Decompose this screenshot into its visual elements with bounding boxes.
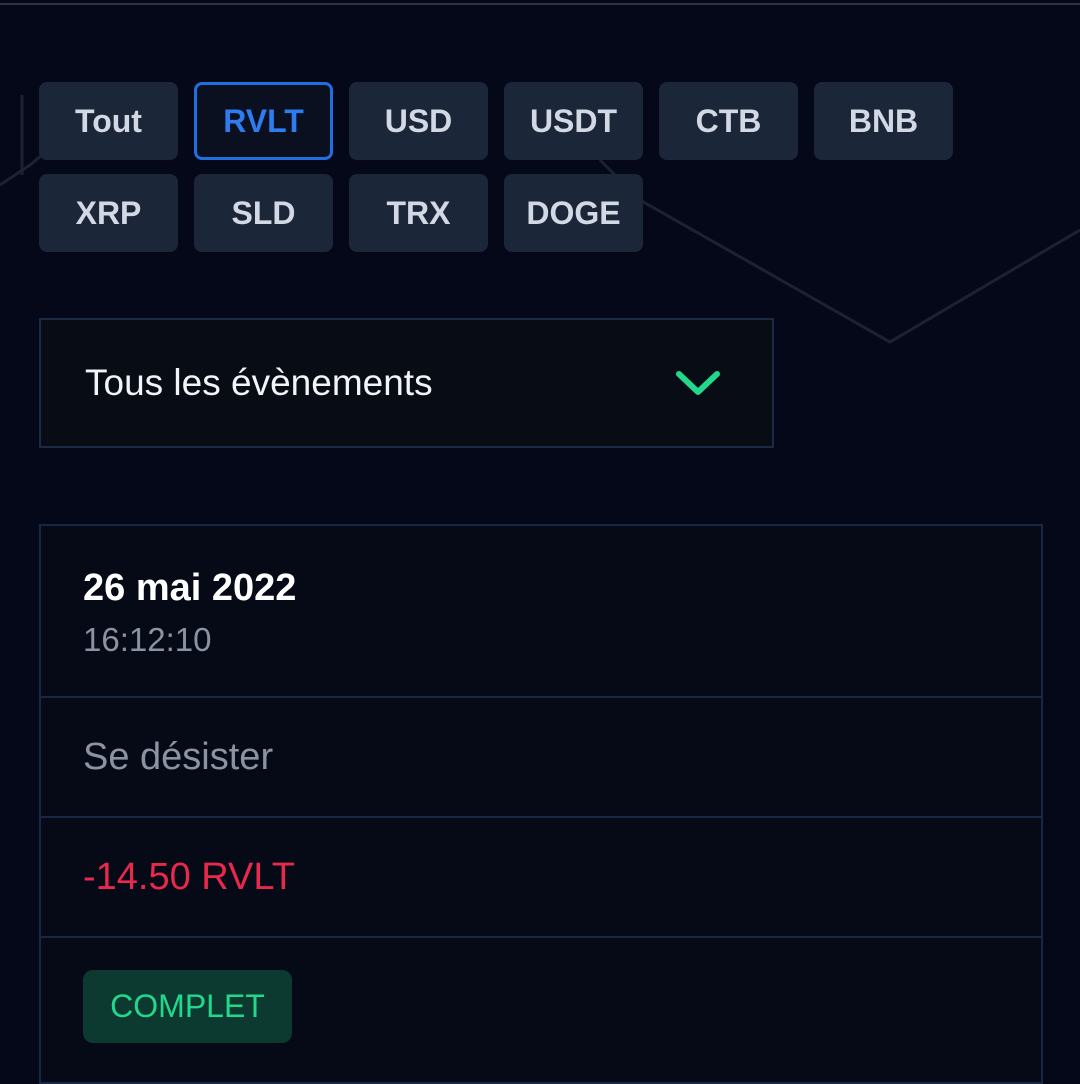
filter-chip-ctb[interactable]: CTB [659,82,798,160]
filter-chip-usdt[interactable]: USDT [504,82,643,160]
chevron-down-icon [674,368,722,398]
transaction-type-row: Se désister [41,698,1041,818]
transaction-status-row: COMPLET [41,938,1041,1043]
transaction-date: 26 mai 2022 [83,567,297,609]
filter-chip-xrp[interactable]: XRP [39,174,178,252]
filter-chip-usd[interactable]: USD [349,82,488,160]
filter-chip-sld[interactable]: SLD [194,174,333,252]
transaction-amount: -14.50 RVLT [83,855,295,898]
transaction-amount-row: -14.50 RVLT [41,818,1041,938]
filter-chip-doge[interactable]: DOGE [504,174,643,252]
transaction-time: 16:12:10 [83,621,212,658]
event-type-select[interactable]: Tous les évènements [39,318,774,448]
transaction-type: Se désister [83,735,274,778]
filter-chip-trx[interactable]: TRX [349,174,488,252]
status-badge: COMPLET [83,970,292,1043]
event-type-select-value: Tous les évènements [85,362,433,403]
top-divider [0,3,1080,5]
transaction-datetime-row: 26 mai 2022 16:12:10 [41,526,1041,698]
transaction-card: 26 mai 2022 16:12:10 Se désister -14.50 … [39,524,1043,1084]
filter-chip-bnb[interactable]: BNB [814,82,953,160]
filter-chip-tout[interactable]: Tout [39,82,178,160]
currency-filter-bar: Tout RVLT USD USDT CTB BNB XRP SLD TRX D… [39,82,969,252]
filter-chip-rvlt[interactable]: RVLT [194,82,333,160]
